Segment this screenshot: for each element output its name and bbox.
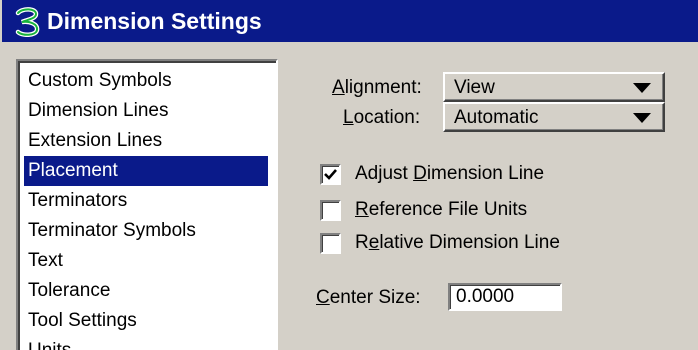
category-item-units[interactable]: Units	[24, 336, 268, 350]
adjust-dimension-line-label-after: imension Line	[426, 163, 545, 184]
relative-dimension-line-checkbox[interactable]	[320, 232, 341, 254]
adjust-dimension-line-label-mnemonic: D	[413, 163, 427, 184]
category-item-custom-symbols[interactable]: Custom Symbols	[24, 66, 268, 96]
alignment-label-mnemonic: A	[332, 77, 345, 98]
category-item-tolerance[interactable]: Tolerance	[24, 276, 268, 306]
relative-dimension-line-label-after: lative Dimension Line	[379, 232, 560, 253]
relative-dimension-line-label-before: R	[355, 232, 369, 253]
dimension-app-icon	[14, 7, 42, 37]
alignment-label-rest: lignment:	[344, 77, 422, 98]
reference-file-units-label-mnemonic: R	[355, 199, 369, 220]
center-size-value[interactable]: 0.0000	[456, 285, 514, 309]
location-dropdown-arrow-icon[interactable]	[633, 113, 651, 123]
center-size-label: Center Size:	[316, 285, 421, 311]
relative-dimension-line-label-mnemonic: e	[368, 232, 380, 253]
window-title: Dimension Settings	[47, 8, 262, 34]
adjust-dimension-line-option[interactable]: Adjust Dimension Line	[320, 161, 544, 187]
adjust-dimension-line-label: Adjust Dimension Line	[355, 161, 544, 187]
center-size-label-rest: enter Size:	[329, 287, 421, 308]
location-label-rest: ocation:	[353, 107, 421, 128]
alignment-dropdown[interactable]: View	[443, 72, 665, 102]
location-value: Automatic	[454, 107, 539, 128]
category-item-terminator-symbols[interactable]: Terminator Symbols	[24, 216, 268, 246]
category-item-extension-lines[interactable]: Extension Lines	[24, 126, 268, 156]
category-item-terminators[interactable]: Terminators	[24, 186, 268, 216]
reference-file-units-label-after: eference File Units	[368, 199, 528, 220]
location-dropdown[interactable]: Automatic	[443, 102, 665, 132]
center-size-label-mnemonic: C	[316, 287, 330, 308]
reference-file-units-checkbox[interactable]	[320, 199, 341, 221]
category-item-text[interactable]: Text	[24, 246, 268, 276]
reference-file-units-label: Reference File Units	[355, 197, 527, 223]
center-size-input[interactable]: 0.0000	[448, 283, 562, 311]
relative-dimension-line-label: Relative Dimension Line	[355, 230, 560, 256]
category-item-tool-settings[interactable]: Tool Settings	[24, 306, 268, 336]
dimension-settings-window: Dimension Settings Custom Symbols Dimens…	[0, 0, 698, 350]
checkmark-icon	[324, 168, 337, 180]
location-label-mnemonic: L	[343, 107, 354, 128]
location-label: Location:	[343, 105, 420, 131]
category-list-items: Custom Symbols Dimension Lines Extension…	[24, 66, 268, 350]
relative-dimension-line-option[interactable]: Relative Dimension Line	[320, 230, 560, 256]
category-list[interactable]: Custom Symbols Dimension Lines Extension…	[16, 59, 278, 350]
adjust-dimension-line-label-before: Adjust	[355, 163, 414, 184]
alignment-value: View	[454, 77, 495, 98]
alignment-dropdown-arrow-icon[interactable]	[633, 83, 651, 93]
adjust-dimension-line-checkbox[interactable]	[320, 163, 341, 185]
alignment-label: Alignment:	[332, 75, 422, 101]
reference-file-units-option[interactable]: Reference File Units	[320, 197, 527, 223]
category-item-placement[interactable]: Placement	[24, 156, 268, 186]
category-item-dimension-lines[interactable]: Dimension Lines	[24, 96, 268, 126]
title-bar[interactable]: Dimension Settings	[2, 0, 698, 42]
